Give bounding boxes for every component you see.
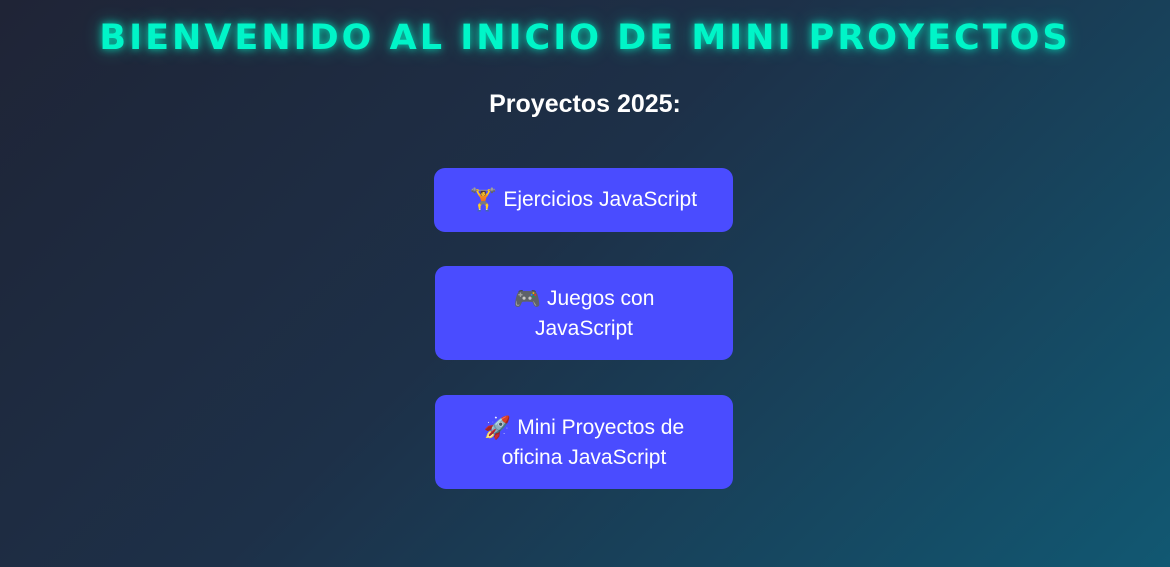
gamepad-icon: 🎮 (513, 286, 541, 312)
weightlifter-icon: 🏋 (469, 188, 498, 213)
juegos-javascript-button[interactable]: 🎮 Juegos con JavaScript (435, 266, 733, 360)
button-label: Mini Proyectos de oficina JavaScript (501, 415, 685, 469)
ejercicios-javascript-button[interactable]: 🏋 Ejercicios JavaScript (434, 168, 733, 232)
button-content: 🏋 Ejercicios JavaScript (470, 185, 697, 215)
button-label: Ejercicios JavaScript (503, 188, 698, 211)
mini-proyectos-oficina-button[interactable]: 🚀 Mini Proyectos de oficina JavaScript (435, 395, 733, 489)
button-label: Juegos con JavaScript (534, 286, 655, 340)
button-content: 🎮 Juegos con JavaScript (475, 284, 693, 343)
rocket-icon: 🚀 (483, 415, 512, 441)
project-list: 🏋 Ejercicios JavaScript 🎮 Juegos con JavaS… (0, 0, 1170, 567)
button-content: 🚀 Mini Proyectos de oficina JavaScript (475, 413, 693, 472)
